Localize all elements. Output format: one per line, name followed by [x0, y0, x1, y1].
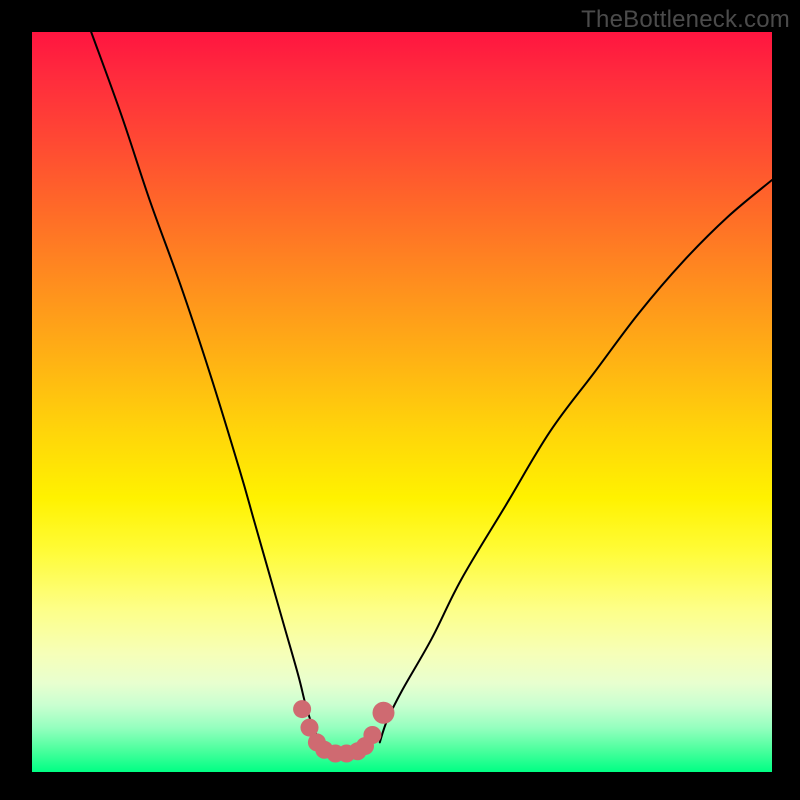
valley-marker: [363, 726, 381, 744]
right-curve: [380, 180, 772, 742]
left-curve: [91, 32, 320, 742]
valley-marker: [373, 702, 395, 724]
valley-markers: [293, 700, 394, 762]
watermark-text: TheBottleneck.com: [581, 6, 790, 34]
chart-frame: TheBottleneck.com: [0, 0, 800, 800]
plot-area: [32, 32, 772, 772]
curve-layer: [32, 32, 772, 772]
valley-marker: [293, 700, 311, 718]
